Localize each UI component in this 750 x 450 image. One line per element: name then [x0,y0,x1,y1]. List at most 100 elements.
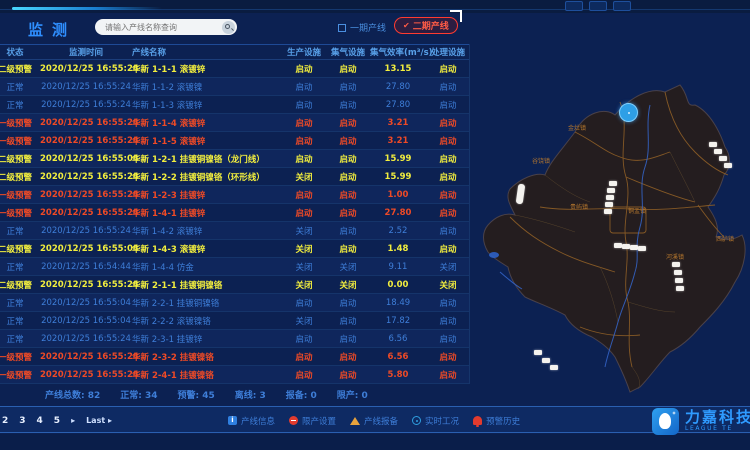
page-button[interactable]: 4 [37,416,43,426]
toolbar-button-info[interactable]: 产线信息 [228,415,275,427]
map-marker[interactable] [607,188,615,193]
map-marker[interactable] [534,350,542,355]
cell-eff: 3.21 [370,136,426,146]
phase2-button[interactable]: ✔ 二期产线 [394,17,458,34]
summary-item: 正常: 34 [120,388,157,401]
map-marker[interactable] [614,243,622,248]
cell-gas: 启动 [326,135,370,147]
map-marker[interactable] [622,244,630,249]
column-header: 监测时间 [40,46,132,58]
cell-gas: 启动 [326,333,370,345]
map-marker[interactable] [719,156,727,161]
map-marker[interactable] [609,181,617,186]
table-row[interactable]: 正常2020/12/25 16:55:04华新 2-2-1 挂镀铜镍铬启动启动1… [0,294,469,312]
map-marker[interactable] [714,149,722,154]
cell-name: 华新 1-1-5 滚镀锌 [132,135,282,147]
cell-name: 华新 1-2-2 挂镀铜镍铬（环形线） [132,171,282,183]
table-row[interactable]: 二级预警2020/12/25 16:55:04华新 1-4-3 滚镀锌关闭启动1… [0,240,469,258]
toolbar-button-report[interactable]: 产线报备 [350,415,398,427]
cell-prod: 启动 [282,99,326,111]
check-icon: ✔ [403,21,410,30]
cell-status: 正常 [0,225,40,237]
page-button[interactable]: 3 [19,416,25,426]
page-button[interactable]: 5 [54,416,60,426]
cell-name: 华新 1-4-3 滚镀锌 [132,243,282,255]
cell-eff: 13.15 [370,64,426,74]
table-header: 状态监测时间产线名称生产设施集气设施集气效率(m³/s)处理设施 [0,44,469,60]
map-marker[interactable] [542,358,550,363]
cell-name: 华新 1-4-4 仿金 [132,261,282,273]
cell-status: 正常 [0,99,40,111]
table-row[interactable]: 正常2020/12/25 16:55:24华新 1-1-2 滚镀镍启动启动27.… [0,78,469,96]
cell-prod: 启动 [282,351,326,363]
table-row[interactable]: 正常2020/12/25 16:55:24华新 1-1-3 滚镀锌启动启动27.… [0,96,469,114]
cell-treat: 启动 [426,153,470,165]
top-decoration [0,0,750,13]
table-row[interactable]: 一级预警2020/12/25 16:55:24华新 2-4-1 挂镀镍铬启动启动… [0,366,469,384]
table-body: 二级预警2020/12/25 16:55:24华新 1-1-1 滚镀锌启动启动1… [0,60,469,384]
cell-eff: 27.80 [370,208,426,218]
realtime-icon [412,416,421,425]
toolbar-button-label: 实时工况 [425,415,459,427]
cell-treat: 启动 [426,99,470,111]
toolbar-button-label: 产线信息 [241,415,275,427]
table-row[interactable]: 一级预警2020/12/25 16:55:24华新 1-2-3 挂镀锌启动启动1… [0,186,469,204]
table-row[interactable]: 一级预警2020/12/25 16:55:24华新 1-1-5 滚镀锌启动启动3… [0,132,469,150]
cell-status: 一级预警 [0,351,40,363]
cell-gas: 启动 [326,63,370,75]
table-row[interactable]: 一级预警2020/12/25 16:55:24华新 2-3-2 挂镀镍铬启动启动… [0,348,469,366]
table-row[interactable]: 二级预警2020/12/25 16:55:24华新 1-1-1 滚镀锌启动启动1… [0,60,469,78]
map-marker[interactable] [674,270,682,275]
cell-gas: 关闭 [326,261,370,273]
cell-status: 正常 [0,81,40,93]
district-map[interactable]: 金灶镇谷饶镇贵屿镇铜盂镇西胪镇河溪镇 [480,56,750,398]
map-marker[interactable] [676,286,684,291]
last-page-button[interactable]: Last ▸ [86,416,112,425]
map-marker[interactable] [604,209,612,214]
map-marker[interactable] [709,142,717,147]
table-row[interactable]: 正常2020/12/25 16:55:24华新 2-3-1 挂镀锌启动启动6.5… [0,330,469,348]
map-marker[interactable] [672,262,680,267]
summary-item: 限产: 0 [337,388,368,401]
table-row[interactable]: 正常2020/12/25 16:55:04华新 2-2-2 滚镀镍铬关闭启动17… [0,312,469,330]
table-row[interactable]: 二级预警2020/12/25 16:55:24华新 1-2-2 挂镀铜镍铬（环形… [0,168,469,186]
map-blue-marker[interactable] [619,103,638,122]
page-button[interactable]: 2 [2,416,8,426]
cell-eff: 15.99 [370,154,426,164]
table-row[interactable]: 一级预警2020/12/25 16:55:24华新 1-1-4 滚镀锌启动启动3… [0,114,469,132]
toolbar-button-limit[interactable]: 限产设置 [289,415,336,427]
phase1-checkbox[interactable]: 一期产线 [338,21,386,34]
table-row[interactable]: 二级预警2020/12/25 16:55:24华新 2-1-1 挂镀铜镍铬关闭关… [0,276,469,294]
map-marker[interactable] [605,202,613,207]
search-icon [225,24,230,29]
map-marker[interactable] [724,163,732,168]
cell-status: 一级预警 [0,117,40,129]
table-row[interactable]: 一级预警2020/12/25 16:55:24华新 1-4-1 挂镀锌启动启动2… [0,204,469,222]
map-marker[interactable] [550,365,558,370]
cell-name: 华新 1-1-3 滚镀锌 [132,99,282,111]
table-row[interactable]: 正常2020/12/25 16:55:24华新 1-4-2 滚镀锌关闭启动2.5… [0,222,469,240]
column-header: 生产设施 [282,46,326,58]
toolbar-button-realtime[interactable]: 实时工况 [412,415,459,427]
search-input[interactable] [105,20,215,34]
search-button[interactable] [222,21,235,34]
column-header: 集气效率(m³/s) [370,46,426,58]
table-row[interactable]: 二级预警2020/12/25 16:55:04华新 1-2-1 挂镀铜镍铬（龙门… [0,150,469,168]
map-marker[interactable] [638,246,646,251]
toolbar-button-alarm[interactable]: 预警历史 [473,415,520,427]
cell-eff: 6.56 [370,352,426,362]
info-icon [228,416,237,425]
map-outline [480,56,750,398]
map-marker[interactable] [606,195,614,200]
column-header: 处理设施 [426,46,470,58]
map-marker[interactable] [675,278,683,283]
table-row[interactable]: 正常2020/12/25 16:54:44华新 1-4-4 仿金关闭关闭9.11… [0,258,469,276]
next-page-button[interactable]: ▸ [71,416,75,425]
column-header: 状态 [0,46,40,58]
cell-time: 2020/12/25 16:55:24 [40,226,132,236]
map-marker[interactable] [630,245,638,250]
cell-eff: 27.80 [370,100,426,110]
logo-icon [652,408,679,435]
search-bar [95,19,237,35]
cell-eff: 18.49 [370,298,426,308]
